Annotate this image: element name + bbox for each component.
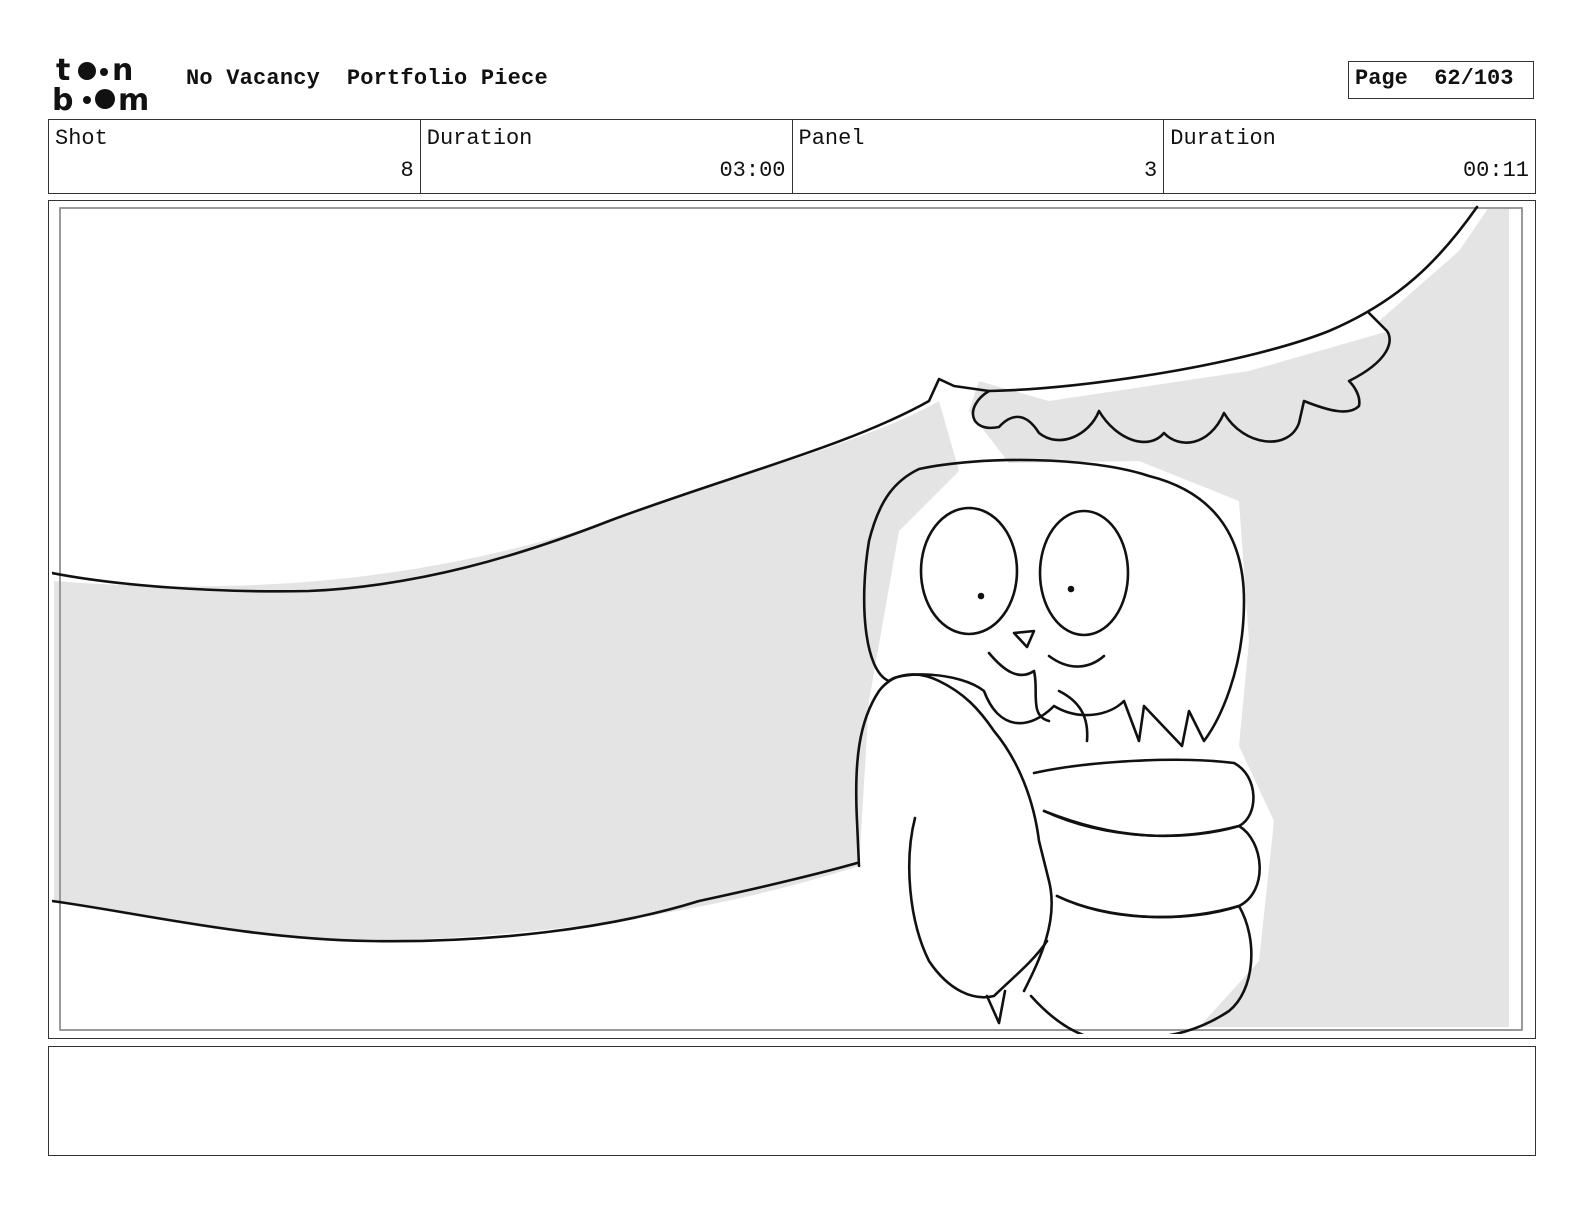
panel-label: Panel bbox=[798, 126, 865, 151]
page-indicator: Page 62/103 bbox=[1348, 61, 1534, 99]
panel-duration-value: 00:11 bbox=[1462, 158, 1529, 183]
panel-duration-label: Duration bbox=[1170, 126, 1276, 151]
panel-notes-box bbox=[48, 1046, 1536, 1156]
shot-duration-label: Duration bbox=[426, 126, 533, 151]
shot-duration-value: 03:00 bbox=[719, 158, 786, 183]
svg-text:m: m bbox=[118, 83, 149, 112]
shot-label: Shot bbox=[55, 126, 108, 151]
panel-cell: Panel 3 bbox=[793, 120, 1165, 193]
panel-duration-cell: Duration 00:11 bbox=[1164, 120, 1535, 193]
shot-duration-cell: Duration 03:00 bbox=[421, 120, 793, 193]
arm-fill bbox=[54, 401, 959, 941]
project-title: No Vacancy Portfolio Piece bbox=[186, 66, 548, 91]
toon-boom-logo-icon: t n b m bbox=[52, 53, 149, 112]
svg-text:b: b bbox=[52, 83, 73, 112]
panel-drawing bbox=[52, 205, 1523, 1034]
panel-value: 3 bbox=[1144, 158, 1158, 183]
storyboard-panel bbox=[48, 200, 1536, 1039]
shadow-fill bbox=[969, 207, 1509, 1027]
shot-value: 8 bbox=[400, 158, 414, 183]
shot-cell: Shot 8 bbox=[49, 120, 421, 193]
shot-info-bar: Shot 8 Duration 03:00 Panel 3 Duration 0… bbox=[48, 119, 1536, 194]
